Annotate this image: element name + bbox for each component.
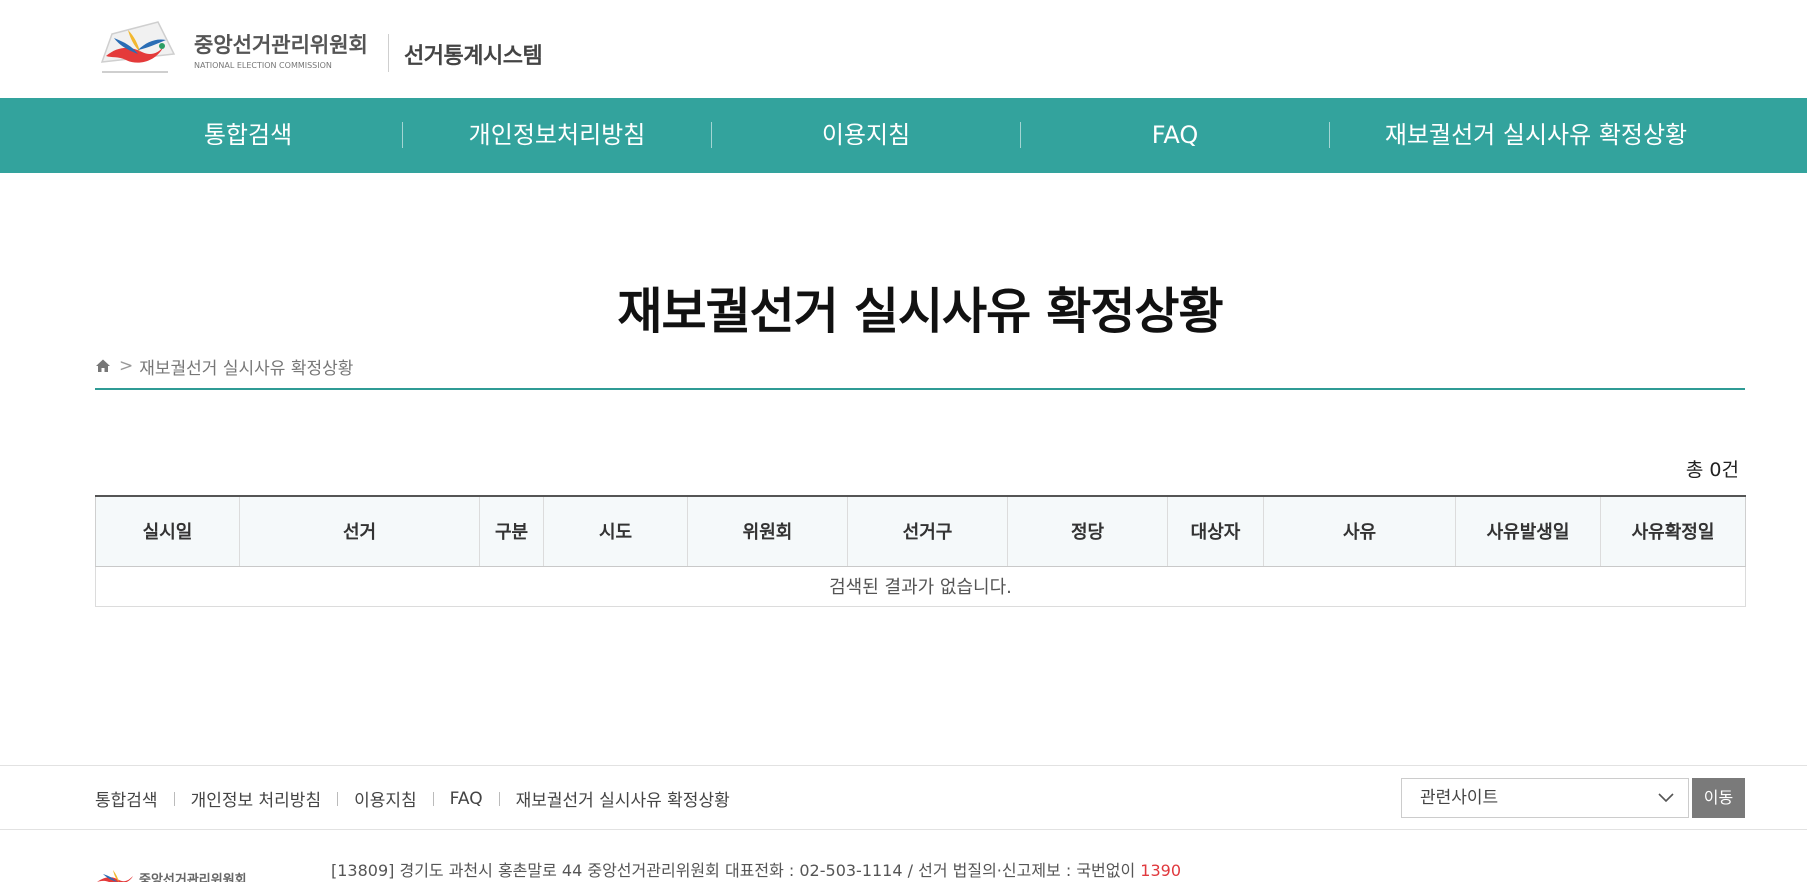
footer-address: [13809] 경기도 과천시 홍촌말로 44 중앙선거관리위원회 대표전화 :… [331,857,1181,881]
main-nav: 통합검색 개인정보처리방침 이용지침 FAQ 재보궐선거 실시사유 확정상황 [0,98,1807,173]
nav-item-integrated-search[interactable]: 통합검색 [94,98,402,173]
page-title: 재보궐선거 실시사유 확정상황 [617,283,1223,340]
chevron-down-icon [1658,793,1674,803]
total-count: 총 0건 [1685,459,1739,481]
breadcrumb-current: 재보궐선거 실시사유 확정상황 [139,358,354,379]
nav-item-by-election-status[interactable]: 재보궐선거 실시사유 확정상황 [1330,98,1742,173]
related-sites-selected: 관련사이트 [1420,788,1499,808]
breadcrumb: > 재보궐선거 실시사유 확정상황 [95,354,354,379]
home-icon[interactable] [95,358,111,374]
result-table: 실시일 선거 구분 시도 위원회 선거구 정당 대상자 사유 사유발생일 사유확… [95,495,1746,607]
column-header: 위원회 [687,495,848,567]
footer-divider [0,765,1807,766]
footer-link-integrated-search[interactable]: 통합검색 [95,786,158,811]
footer-links: 통합검색 개인정보 처리방침 이용지침 FAQ 재보궐선거 실시사유 확정상황 [95,786,730,812]
column-header: 선거구 [847,495,1008,567]
go-button[interactable]: 이동 [1692,778,1745,818]
address-text: [13809] 경기도 과천시 홍촌말로 44 중앙선거관리위원회 대표전화 :… [331,861,1136,880]
column-header: 사유확정일 [1600,495,1746,567]
nec-logo[interactable]: 중앙선거관리위원회 NATIONAL ELECTION COMMISSION [98,16,368,78]
footer-link-privacy-policy[interactable]: 개인정보 처리방침 [191,786,322,811]
report-tel[interactable]: 1390 [1140,861,1181,880]
column-header: 실시일 [95,495,240,567]
footer-link-divider [498,791,500,806]
breadcrumb-separator: > [119,356,134,376]
footer-link-divider [173,791,175,806]
empty-message: 검색된 결과가 없습니다. [95,565,1746,607]
column-header: 대상자 [1167,495,1264,567]
column-header: 사유발생일 [1455,495,1601,567]
footer-divider [0,829,1807,830]
footer-link-divider [337,791,339,806]
footer-link-by-election-status[interactable]: 재보궐선거 실시사유 확정상황 [516,786,730,811]
system-title[interactable]: 선거통계시스템 [404,38,543,70]
column-header: 시도 [543,495,688,567]
column-header: 사유 [1263,495,1456,567]
column-header: 선거 [239,495,480,567]
footer-nec-logo: 중앙선거관리위원회 [97,870,247,882]
table-header-row: 실시일 선거 구분 시도 위원회 선거구 정당 대상자 사유 사유발생일 사유확… [95,495,1746,567]
column-header: 구분 [479,495,544,567]
nav-item-faq[interactable]: FAQ [1021,98,1329,173]
nav-item-usage-guide[interactable]: 이용지침 [712,98,1020,173]
header-divider [388,34,389,72]
footer-link-usage-guide[interactable]: 이용지침 [354,786,417,811]
org-name-ko: 중앙선거관리위원회 [194,33,368,57]
site-header: 중앙선거관리위원회 NATIONAL ELECTION COMMISSION 선… [0,0,1807,98]
related-sites-select[interactable]: 관련사이트 [1401,778,1689,818]
column-header: 정당 [1007,495,1168,567]
breadcrumb-underline [95,388,1745,390]
footer-link-divider [432,791,434,806]
footer-link-faq[interactable]: FAQ [450,789,483,809]
nav-item-privacy-policy[interactable]: 개인정보처리방침 [403,98,711,173]
table-row: 검색된 결과가 없습니다. [95,565,1746,607]
footer-org-name: 중앙선거관리위원회 [139,872,247,882]
org-name-en: NATIONAL ELECTION COMMISSION [194,61,332,70]
